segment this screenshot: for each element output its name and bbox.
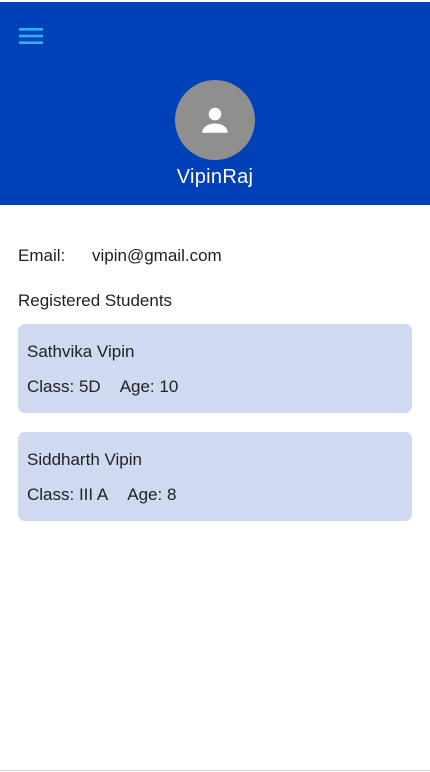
student-class: Class: III A [27, 485, 109, 504]
student-class: Class: 5D [27, 377, 101, 396]
username: VipinRaj [176, 166, 254, 188]
email-row: Email: vipin@gmail.com [18, 246, 222, 266]
person-icon [202, 107, 228, 133]
email-value: vipin@gmail.com [92, 246, 222, 265]
hamburger-menu-icon [19, 28, 43, 44]
menu-button[interactable] [12, 20, 50, 52]
registered-students-title: Registered Students [18, 291, 173, 310]
bottom-divider [0, 770, 430, 771]
student-card[interactable]: Siddharth Vipin Class: III A Age: 8 [18, 432, 412, 521]
student-meta: Class: III A Age: 8 [27, 485, 176, 505]
app-header: VipinRaj [0, 2, 430, 205]
student-name: Sathvika Vipin [27, 342, 135, 361]
student-age: Age: 8 [127, 485, 177, 504]
student-meta: Class: 5D Age: 10 [27, 377, 178, 397]
avatar [175, 80, 255, 160]
email-label: Email: [18, 246, 66, 265]
student-age: Age: 10 [119, 377, 179, 396]
student-card[interactable]: Sathvika Vipin Class: 5D Age: 10 [18, 324, 412, 413]
student-name: Siddharth Vipin [27, 450, 142, 469]
